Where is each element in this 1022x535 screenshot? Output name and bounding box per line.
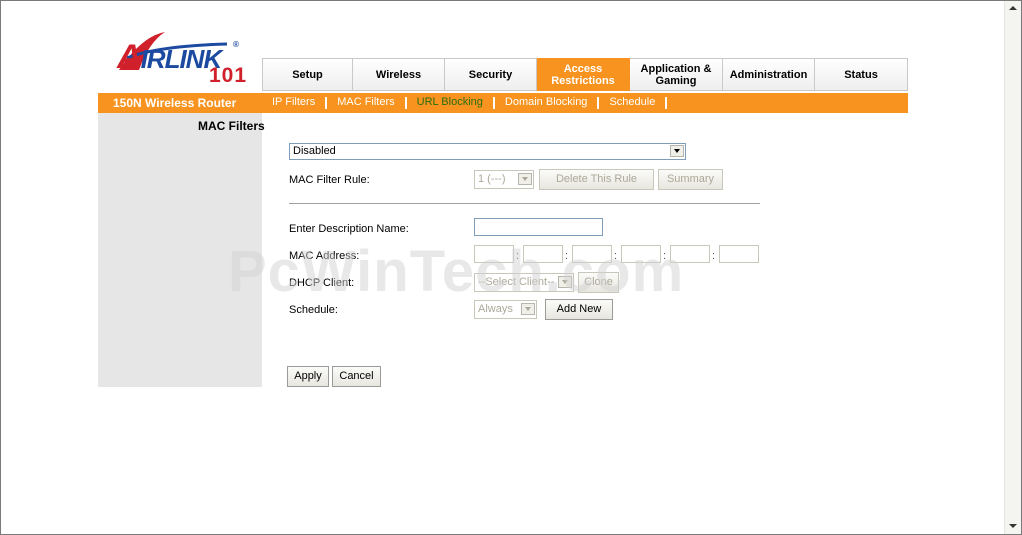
schedule-label: Schedule: <box>289 304 338 316</box>
description-input[interactable] <box>474 218 603 236</box>
logo-number: 101 <box>209 64 248 87</box>
subnav-url-blocking[interactable]: URL Blocking <box>407 97 495 109</box>
tab-security[interactable]: Security <box>445 58 537 91</box>
delete-rule-button[interactable]: Delete This Rule <box>539 169 654 190</box>
mac-filter-rule-value: 1 (---) <box>478 173 506 185</box>
subnav-ip-filters[interactable]: IP Filters <box>262 97 328 109</box>
airlink-logo: AIRLINK ® 101 <box>117 28 247 88</box>
mac-separator: : <box>712 250 716 262</box>
tab-status[interactable]: Status <box>815 58 908 91</box>
mac-filter-mode-select[interactable]: Disabled <box>289 143 686 160</box>
registered-mark: ® <box>233 40 239 49</box>
scroll-up-arrow-icon[interactable] <box>1005 1 1021 17</box>
description-label: Enter Description Name: <box>289 223 409 235</box>
tab-setup[interactable]: Setup <box>262 58 353 91</box>
vertical-scrollbar[interactable] <box>1004 1 1021 534</box>
scroll-down-arrow-icon[interactable] <box>1005 518 1021 534</box>
mac-filter-rule-select[interactable]: 1 (---) <box>474 170 534 189</box>
watermark: PcWinTech.com <box>228 239 685 304</box>
summary-button[interactable]: Summary <box>658 169 723 190</box>
logo-wordmark: AIRLINK <box>117 38 222 76</box>
subnav-domain-blocking[interactable]: Domain Blocking <box>495 97 600 109</box>
tab-application-gaming[interactable]: Application & Gaming <box>630 58 723 91</box>
subnav-schedule[interactable]: Schedule <box>599 97 668 109</box>
main-tabs: Setup Wireless Security Access Restricti… <box>262 58 908 93</box>
tab-access-restrictions[interactable]: Access Restrictions <box>537 58 630 91</box>
apply-button[interactable]: Apply <box>287 366 329 387</box>
dropdown-arrow-icon[interactable] <box>670 145 684 157</box>
router-title: 150N Wireless Router <box>113 96 237 110</box>
tab-wireless[interactable]: Wireless <box>353 58 445 91</box>
mac-octet-6-input[interactable] <box>719 245 759 263</box>
tab-administration[interactable]: Administration <box>723 58 815 91</box>
subnav: IP Filters MAC Filters URL Blocking Doma… <box>262 97 668 109</box>
dropdown-arrow-icon[interactable] <box>518 173 532 185</box>
mac-filter-rule-label: MAC Filter Rule: <box>289 174 370 186</box>
divider <box>289 203 760 204</box>
cancel-button[interactable]: Cancel <box>332 366 381 387</box>
mac-filter-mode-value: Disabled <box>293 145 336 157</box>
section-title: MAC Filters <box>198 119 265 133</box>
subnav-mac-filters[interactable]: MAC Filters <box>327 97 407 109</box>
